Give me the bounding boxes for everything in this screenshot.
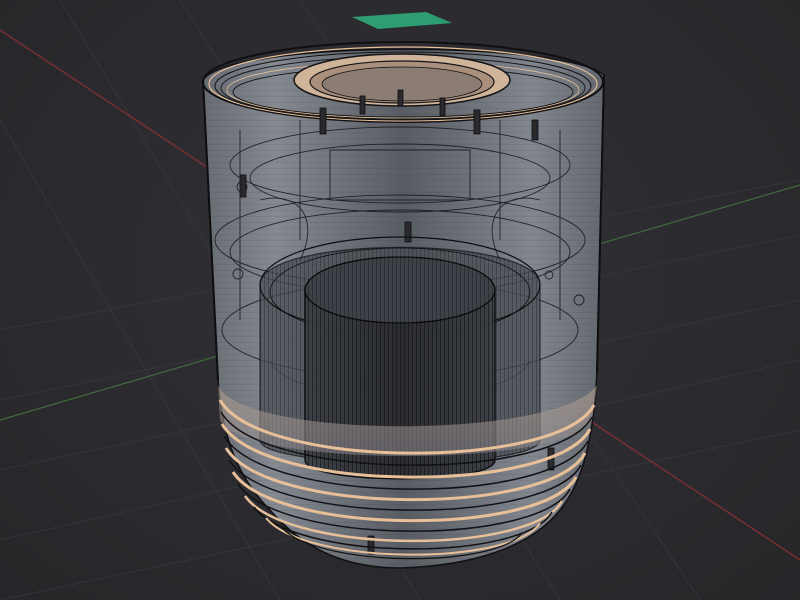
3d-viewport[interactable] [0, 0, 800, 600]
camera-gizmo-plane-icon[interactable] [352, 12, 452, 29]
viewport-canvas [0, 0, 800, 600]
wireframe-model[interactable] [202, 41, 605, 569]
